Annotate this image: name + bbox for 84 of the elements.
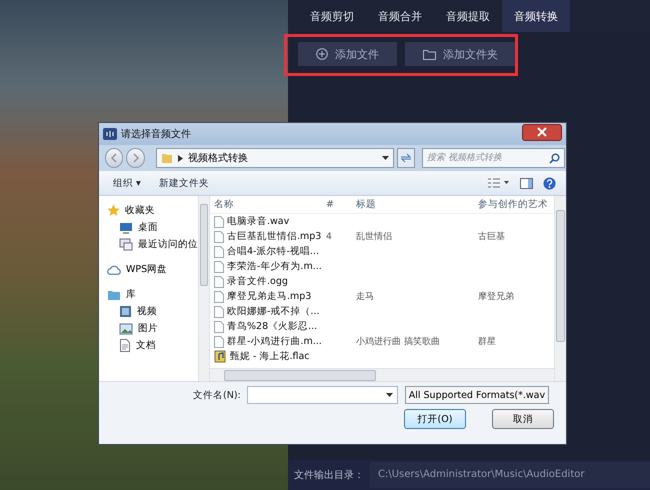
- file-icon: [214, 336, 224, 348]
- open-button[interactable]: 打开(O): [404, 409, 466, 429]
- toolbar-button[interactable]: 组织 ▾: [109, 176, 145, 190]
- folder-icon: [423, 48, 436, 60]
- sidebar-item[interactable]: 桌面: [99, 219, 198, 236]
- column-header[interactable]: 名称: [210, 198, 326, 211]
- view-options-icon[interactable]: [488, 178, 510, 188]
- folder-icon: [160, 152, 173, 164]
- file-icon: [214, 246, 224, 258]
- file-icon: [214, 230, 224, 242]
- file-icon: [214, 216, 224, 228]
- picture-icon: [119, 322, 133, 334]
- table-cell-text: 摩登兄弟: [478, 290, 515, 302]
- tab[interactable]: 音频转换: [502, 0, 570, 32]
- windows-icon: [119, 238, 133, 251]
- breadcrumb[interactable]: 视频格式转换: [188, 151, 248, 165]
- scrollbar[interactable]: [554, 196, 566, 381]
- file-icon: [214, 320, 224, 332]
- tab[interactable]: 音频剪切: [298, 0, 366, 32]
- column-header[interactable]: 标题: [356, 198, 478, 211]
- preview-pane-icon[interactable]: [520, 178, 533, 188]
- dialog-title: 请选择音频文件: [121, 128, 191, 141]
- scrollbar[interactable]: [210, 368, 554, 381]
- cloud-icon: [107, 264, 121, 274]
- refresh-button[interactable]: [396, 148, 416, 168]
- folder-icon: [107, 288, 121, 300]
- file-name[interactable]: 古巨基乱世情侣.mp3: [210, 230, 326, 242]
- scrollbar[interactable]: [198, 196, 209, 381]
- sidebar-item[interactable]: 文档: [99, 337, 198, 354]
- close-icon: [537, 127, 547, 137]
- file-icon: [214, 260, 224, 272]
- plus-circle-icon: [316, 48, 328, 60]
- file-name[interactable]: 欧阳娜娜-戒不掉（...: [210, 306, 326, 318]
- output-path-field[interactable]: C:\Users\Administrator\Music\AudioEditor: [370, 462, 650, 488]
- file-name[interactable]: 录音文件.ogg: [210, 276, 326, 288]
- output-label: 文件输出目录：: [294, 468, 364, 482]
- sidebar-item[interactable]: 图片: [99, 320, 198, 337]
- cancel-button[interactable]: 取消: [492, 409, 554, 429]
- video-icon: [119, 305, 132, 318]
- file-name[interactable]: 电脑录音.wav: [210, 216, 326, 228]
- file-name[interactable]: 群星-小鸡进行曲.m...: [210, 336, 326, 348]
- column-header[interactable]: 参与创作的艺术: [478, 198, 554, 211]
- file-icon: [214, 290, 224, 302]
- file-type-dropdown[interactable]: All Supported Formats(*.wav: [404, 386, 549, 404]
- sidebar-item[interactable]: 最近访问的位: [99, 236, 198, 253]
- table-cell-text: 乱世情侣: [356, 230, 393, 242]
- document-icon: [119, 339, 131, 352]
- sidebar-item[interactable]: 库: [99, 286, 198, 303]
- refresh-arrows-icon: [400, 153, 412, 163]
- address-bar[interactable]: 视频格式转换: [156, 148, 394, 168]
- column-header[interactable]: #: [326, 199, 356, 210]
- file-name[interactable]: 摩登兄弟走马.mp3: [210, 290, 326, 302]
- sidebar-item[interactable]: WPS网盘: [99, 261, 198, 278]
- monitor-icon: [119, 222, 133, 234]
- filename-label: 文件名(N):: [193, 388, 241, 402]
- forward-button[interactable]: [126, 148, 145, 168]
- sidebar-item[interactable]: 视频: [99, 303, 198, 320]
- file-icon: [214, 306, 224, 318]
- chevron-right-icon: [178, 154, 183, 162]
- dropdown-caret-icon[interactable]: [382, 156, 389, 160]
- file-name[interactable]: 合唱4-派尔特-视唱...: [210, 246, 326, 258]
- toolbar-button[interactable]: 新建文件夹: [154, 176, 213, 190]
- filename-field[interactable]: [246, 386, 398, 404]
- table-cell-text: 4: [326, 230, 333, 242]
- music-file-icon: [214, 350, 227, 363]
- tab[interactable]: 音频提取: [434, 0, 502, 32]
- search-field[interactable]: 搜索 视频格式转换: [422, 148, 566, 168]
- add-button[interactable]: 添加文件: [298, 42, 397, 66]
- back-button[interactable]: [105, 148, 124, 168]
- table-cell-text: 小鸡进行曲 搞笑歌曲: [356, 336, 441, 348]
- table-cell-text: 走马: [356, 290, 375, 302]
- tab[interactable]: 音频合并: [366, 0, 434, 32]
- add-button[interactable]: 添加文件夹: [405, 42, 516, 66]
- file-icon: [214, 276, 224, 288]
- file-name[interactable]: 青鸟%28《火影忍...: [210, 320, 326, 332]
- app-icon: [103, 128, 117, 140]
- help-icon[interactable]: [543, 176, 556, 190]
- file-name[interactable]: 甄妮 - 海上花.flac: [210, 350, 326, 363]
- close-button[interactable]: [522, 124, 562, 140]
- sidebar-item[interactable]: 收藏夹: [99, 202, 198, 219]
- star-icon: [107, 204, 120, 217]
- table-cell-text: 群星: [478, 336, 497, 348]
- table-cell-text: 古巨基: [478, 230, 506, 242]
- file-name[interactable]: 李荣浩-年少有为.m...: [210, 260, 326, 272]
